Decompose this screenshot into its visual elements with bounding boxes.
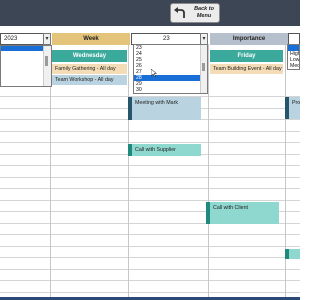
grid-row-line [0,165,300,166]
year-select[interactable]: 2023 [0,33,45,45]
back-to-menu-label: Back to Menu [189,6,219,19]
calendar-app: Back to Menu 2023 ▾ Week 23 ▾ Importance… [0,0,300,300]
importance-dropdown-list: High Low Med [287,44,300,70]
event-partial[interactable] [289,249,300,259]
year-dropdown-list [0,45,52,87]
event-call-client[interactable]: Call with Client [210,202,279,224]
event-team-building[interactable]: Team Building Event - All day [210,64,283,74]
event-proj[interactable]: Proj [289,97,300,119]
event-meeting-mark[interactable]: Meeting with Mark [132,97,201,120]
grid-row-line [0,292,300,293]
column-separator [208,44,209,300]
day-header-friday: Friday [210,50,283,62]
importance-options: High Low Med [288,45,299,69]
grid-row-line [0,188,300,189]
week-options: 23 24 25 26 27 28 29 30 [134,45,207,93]
importance-option[interactable]: Med [288,63,299,69]
grid-row-line [0,257,300,258]
column-separator [285,44,286,300]
week-header: Week [52,33,130,45]
back-to-menu-button[interactable]: Back to Menu [170,3,220,23]
back-label-line2: Menu [196,12,212,19]
week-dropdown-list: 23 24 25 26 27 28 29 30 [133,44,208,94]
scroll-thumb[interactable] [45,56,48,66]
week-option[interactable]: 30 [134,87,201,93]
grid-row-line [0,246,300,247]
event-call-supplier[interactable]: Call with Supplier [132,144,201,156]
chevron-down-icon: ▾ [202,36,206,42]
chevron-down-icon: ▾ [45,36,49,42]
week-list-scrollbar[interactable] [200,45,207,93]
grid-row-line [0,142,300,143]
year-dropdown-button[interactable]: ▾ [43,33,51,45]
grid-row-line [0,234,300,235]
grid-row-line [0,269,300,270]
scroll-thumb[interactable] [202,63,205,71]
grid-row-line [0,177,300,178]
grid-row-line [0,280,300,281]
year-value: 2023 [4,36,18,42]
column-separator [128,44,129,300]
top-banner: Back to Menu [0,0,300,26]
event-family-gathering[interactable]: Family Gathering - All day [52,64,127,74]
back-arrow-icon [174,7,185,18]
importance-header: Importance [210,33,288,45]
event-team-workshop[interactable]: Team Workshop - All day [52,75,127,85]
grid-row-line [0,200,300,201]
week-value: 23 [163,36,170,42]
day-header-wednesday: Wednesday [52,50,127,62]
year-list-scrollbar[interactable] [43,46,51,86]
mouse-cursor-icon [151,69,157,77]
grid-row-line [0,131,300,132]
